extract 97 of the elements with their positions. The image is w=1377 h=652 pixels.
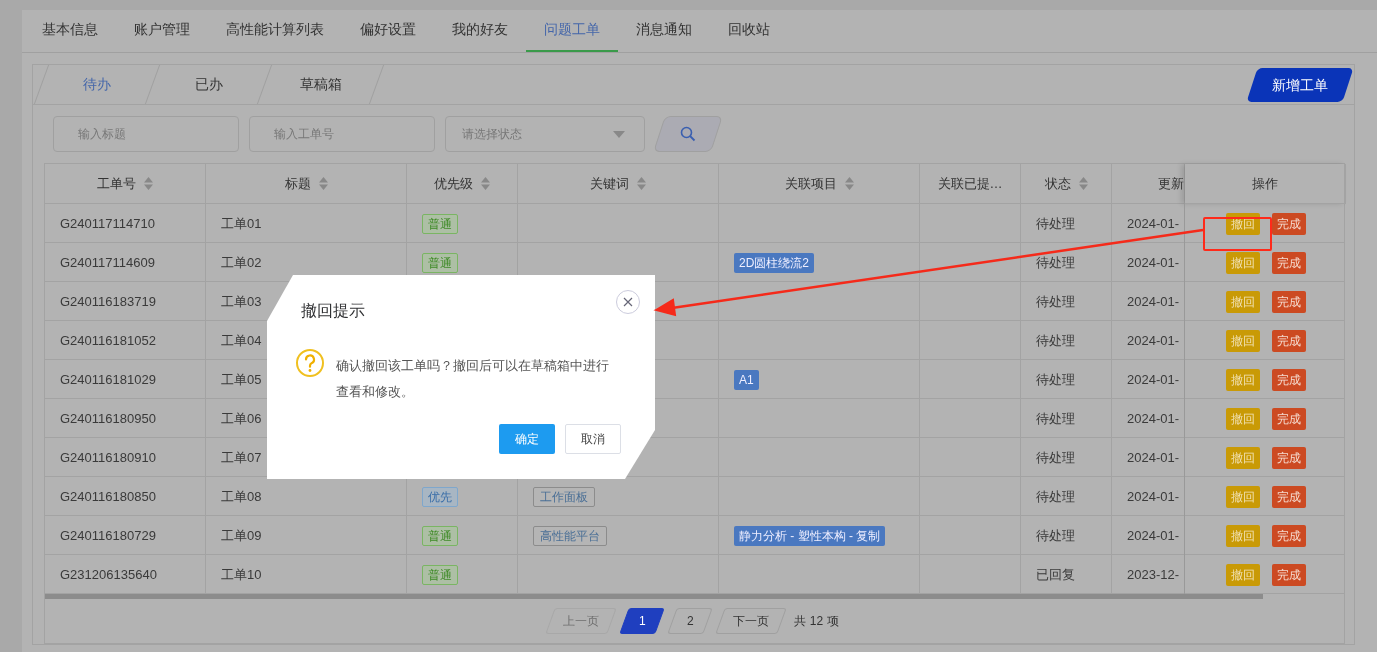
table-cell-text: 工单06 <box>221 409 262 428</box>
column-header: 操作 <box>1185 164 1346 204</box>
table-cell-text: 2024-01- <box>1127 253 1180 272</box>
table-cell-text: 待处理 <box>1036 331 1075 350</box>
table-cell-text: 2024-01- <box>1127 448 1180 467</box>
keyword-tag: 工作面板 <box>533 486 595 507</box>
project-tag: 静力分析 - 塑性本构 - 复制 <box>734 525 886 546</box>
table-cell-text: 2024-01- <box>1127 292 1180 311</box>
table-cell-text: 工单05 <box>221 370 262 389</box>
table-cell-text: G240116180910 <box>60 448 156 467</box>
column-header: 更新 <box>1112 164 1185 204</box>
column-header[interactable]: 工单号 <box>45 164 206 204</box>
cancel-button[interactable]: 取消 <box>565 424 621 454</box>
table-cell-text: 待处理 <box>1036 487 1075 506</box>
table-cell-text: 待处理 <box>1036 526 1075 545</box>
nav-tab[interactable]: 回收站 <box>710 9 788 52</box>
table-cell-text: 工单07 <box>221 448 262 467</box>
withdraw-button[interactable]: 撤回 <box>1225 407 1260 430</box>
withdraw-button[interactable]: 撤回 <box>1225 485 1260 508</box>
complete-button[interactable]: 完成 <box>1271 524 1306 547</box>
column-header[interactable]: 关联项目 <box>719 164 920 204</box>
table-cell-text: 待处理 <box>1036 409 1075 428</box>
table-cell-text: 待处理 <box>1036 253 1075 272</box>
dialog-message: 确认撤回该工单吗？撤回后可以在草稿箱中进行查看和修改。 <box>336 357 610 401</box>
table-cell-text: 待处理 <box>1036 370 1075 389</box>
table-cell-text: 工单09 <box>221 526 262 545</box>
status-select-field[interactable]: 请选择状态 <box>445 116 645 152</box>
keyword-tag: 高性能平台 <box>533 525 607 546</box>
table-cell-text: 2024-01- <box>1127 370 1180 389</box>
column-header[interactable]: 状态 <box>1021 164 1112 204</box>
column-header[interactable]: 优先级 <box>407 164 518 204</box>
complete-button[interactable]: 完成 <box>1271 407 1306 430</box>
withdraw-button[interactable]: 撤回 <box>1225 524 1260 547</box>
table-cell-text: G240116183719 <box>60 292 156 311</box>
withdraw-button[interactable]: 撤回 <box>1225 251 1260 274</box>
nav-tab[interactable]: 高性能计算列表 <box>208 9 342 52</box>
priority-tag: 普通 <box>422 252 458 273</box>
table-cell-text: 2024-01- <box>1127 409 1180 428</box>
sub-tab[interactable]: 待办 <box>33 65 161 104</box>
withdraw-button[interactable]: 撤回 <box>1225 563 1260 586</box>
priority-tag: 优先 <box>422 486 458 507</box>
table-cell-text: 待处理 <box>1036 292 1075 311</box>
nav-tab[interactable]: 我的好友 <box>434 9 526 52</box>
new-ticket-button[interactable]: 新增工单 <box>1246 67 1354 102</box>
table-cell-text: G240116180850 <box>60 487 156 506</box>
withdraw-button[interactable]: 撤回 <box>1225 446 1260 469</box>
priority-tag: 普通 <box>422 525 458 546</box>
withdraw-button[interactable]: 撤回 <box>1225 290 1260 313</box>
table-cell-text: G240117114710 <box>60 214 155 233</box>
complete-button[interactable]: 完成 <box>1271 212 1306 235</box>
column-header[interactable]: 关键词 <box>518 164 719 204</box>
dialog-title: 撤回提示 <box>301 301 365 321</box>
sub-tab[interactable]: 已办 <box>145 65 273 104</box>
nav-tab[interactable]: 消息通知 <box>618 9 710 52</box>
complete-button[interactable]: 完成 <box>1271 446 1306 469</box>
table-cell-text: G240116181029 <box>60 370 156 389</box>
table-cell-text: 工单01 <box>221 214 262 233</box>
priority-tag: 普通 <box>422 213 458 234</box>
table-cell-text: G240116180729 <box>60 526 156 545</box>
complete-button[interactable]: 完成 <box>1271 329 1306 352</box>
priority-tag: 普通 <box>422 564 458 585</box>
table-cell-text: G231206135640 <box>60 565 157 584</box>
table-cell-text: G240116181052 <box>60 331 156 350</box>
table-cell-text: 待处理 <box>1036 214 1075 233</box>
table-cell-text: 2024-01- <box>1127 214 1180 233</box>
table-cell-text: 2024-01- <box>1127 526 1180 545</box>
withdraw-button[interactable]: 撤回 <box>1225 368 1260 391</box>
withdraw-button[interactable]: 撤回 <box>1225 329 1260 352</box>
total-count: 共 12 项 <box>794 613 839 630</box>
column-header: 关联已提… <box>920 164 1021 204</box>
project-tag: 2D圆柱绕流2 <box>734 252 814 273</box>
project-tag: A1 <box>734 369 759 390</box>
table-cell-text: G240117114609 <box>60 253 155 272</box>
complete-button[interactable]: 完成 <box>1271 251 1306 274</box>
table-cell-text: 工单08 <box>221 487 262 506</box>
nav-tab[interactable]: 账户管理 <box>116 9 208 52</box>
withdraw-button[interactable]: 撤回 <box>1225 212 1260 235</box>
nav-tab[interactable]: 偏好设置 <box>342 9 434 52</box>
table-cell-text: 已回复 <box>1036 565 1075 584</box>
complete-button[interactable]: 完成 <box>1271 485 1306 508</box>
table-cell-text: 2024-01- <box>1127 487 1180 506</box>
table-cell-text: 工单02 <box>221 253 262 272</box>
table-cell-text: 工单10 <box>221 565 262 584</box>
nav-tab[interactable]: 问题工单 <box>526 9 618 52</box>
table-cell-text: 工单04 <box>221 331 262 350</box>
column-header[interactable]: 标题 <box>206 164 407 204</box>
table-cell-text: G240116180950 <box>60 409 156 428</box>
sub-tab[interactable]: 草稿箱 <box>257 65 385 104</box>
nav-tab[interactable]: 基本信息 <box>24 9 116 52</box>
complete-button[interactable]: 完成 <box>1271 368 1306 391</box>
complete-button[interactable]: 完成 <box>1271 290 1306 313</box>
table-cell-text: 待处理 <box>1036 448 1075 467</box>
table-cell-text: 2023-12- <box>1127 565 1180 584</box>
confirm-button[interactable]: 确定 <box>499 424 555 454</box>
table-cell-text: 工单03 <box>221 292 262 311</box>
table-cell-text: 2024-01- <box>1127 331 1180 350</box>
complete-button[interactable]: 完成 <box>1271 563 1306 586</box>
